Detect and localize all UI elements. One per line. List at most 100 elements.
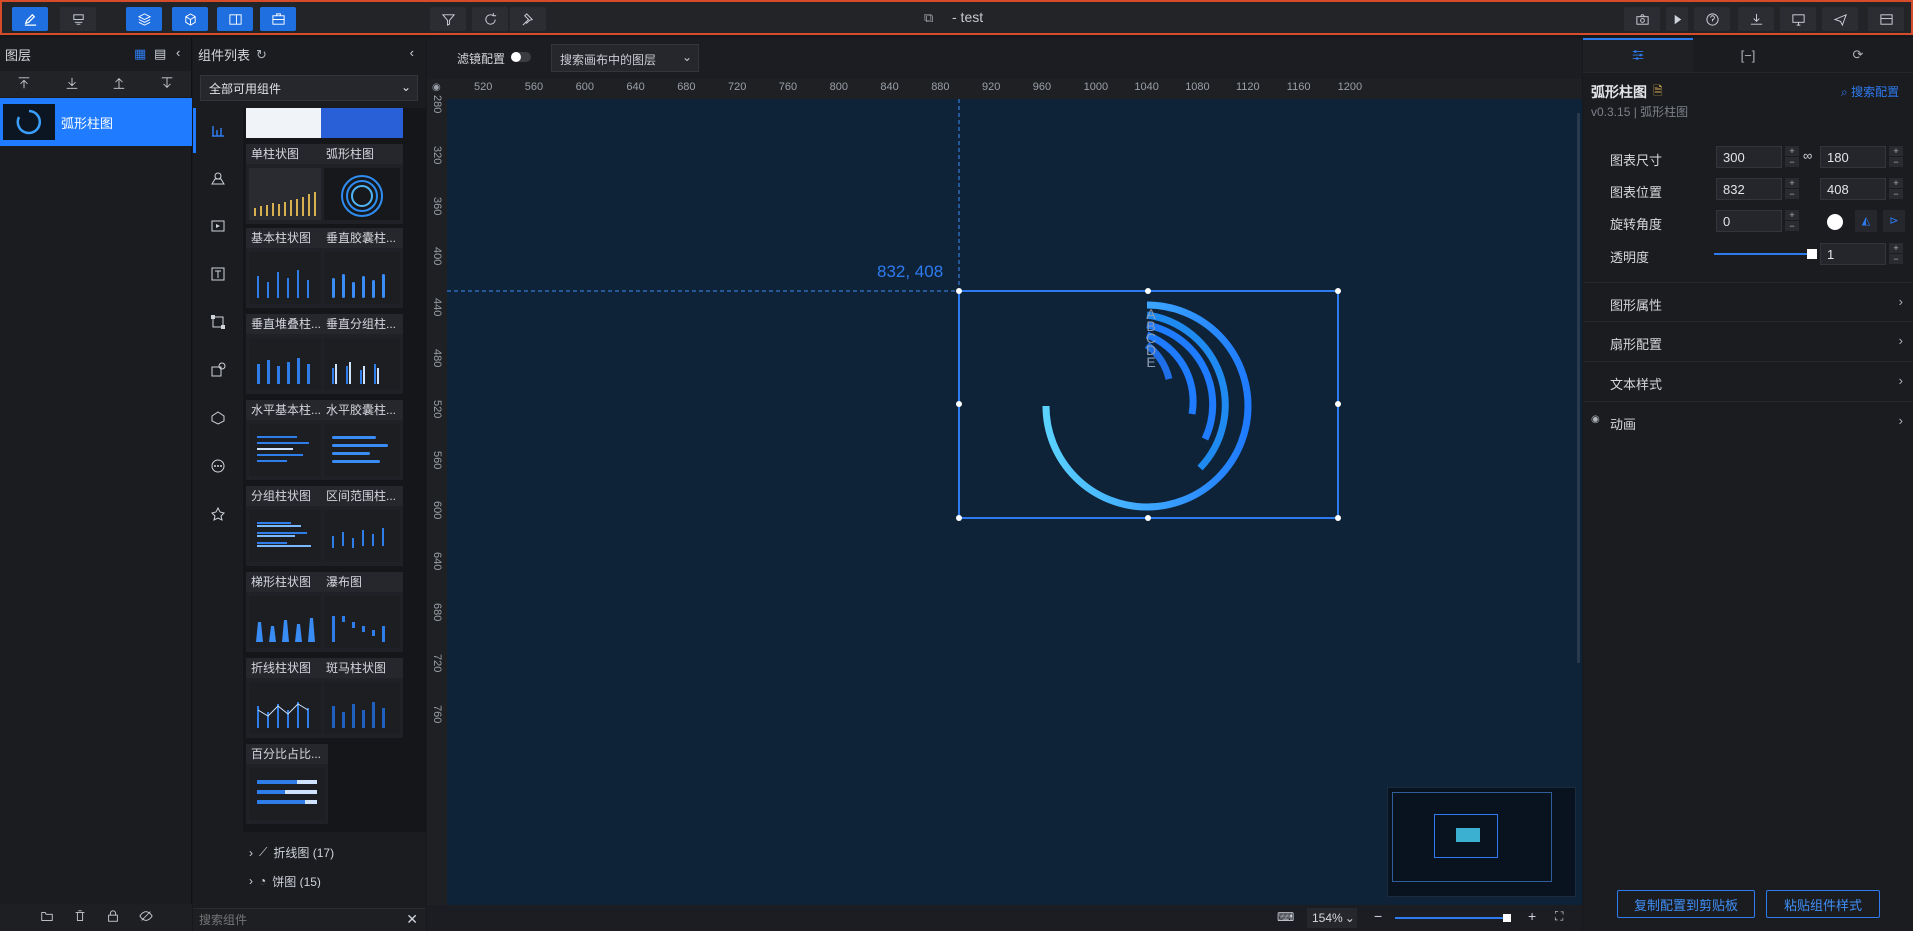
eye-icon[interactable]: ◉ xyxy=(1591,414,1600,425)
width-input[interactable] xyxy=(1716,146,1782,168)
keyboard-icon[interactable]: ⌨ xyxy=(1277,910,1294,924)
pin-icon[interactable] xyxy=(510,7,546,31)
increment-icon[interactable]: + xyxy=(1785,210,1799,220)
width-stepper[interactable]: + − xyxy=(1785,146,1799,168)
text-category-icon[interactable] xyxy=(210,266,226,285)
rotate-dial[interactable] xyxy=(1827,214,1843,230)
layer-item[interactable]: 弧形柱图 xyxy=(0,98,192,146)
paste-style-button[interactable]: 粘贴组件样式 xyxy=(1766,890,1880,918)
zoom-out-icon[interactable]: − xyxy=(1374,908,1382,924)
component-card[interactable]: 垂直胶囊柱... xyxy=(321,228,403,308)
preview-icon[interactable] xyxy=(1780,7,1816,31)
screenshot-icon[interactable] xyxy=(1624,7,1660,31)
collapse-panel-icon[interactable]: ‹ xyxy=(176,45,180,60)
decrement-icon[interactable]: − xyxy=(1785,189,1799,199)
minimap[interactable] xyxy=(1387,787,1576,897)
section-animation[interactable]: ◉ 动画 › xyxy=(1583,402,1913,442)
increment-icon[interactable]: + xyxy=(1889,243,1903,253)
opacity-input[interactable] xyxy=(1820,243,1886,265)
opacity-slider[interactable] xyxy=(1714,249,1817,259)
component-card[interactable]: 弧形柱图 xyxy=(321,144,403,224)
close-icon[interactable]: ✕ xyxy=(406,911,418,928)
section-text-style[interactable]: 文本样式 › xyxy=(1583,362,1913,402)
hide-icon[interactable] xyxy=(138,909,153,926)
vertical-scrollbar[interactable] xyxy=(1577,113,1580,663)
media-category-icon[interactable] xyxy=(210,218,226,237)
collapse-panel-icon[interactable]: ‹ xyxy=(410,45,414,60)
chart-settings-icon[interactable] xyxy=(60,7,96,31)
zoom-slider[interactable] xyxy=(1395,917,1505,919)
move-up-icon[interactable] xyxy=(112,76,126,93)
tab-interaction[interactable]: ⟳ xyxy=(1803,38,1913,72)
component-card[interactable]: 单柱状图 xyxy=(246,144,328,224)
link-icon[interactable]: ∞ xyxy=(1803,148,1812,163)
flip-vertical-icon[interactable]: ⊳ xyxy=(1883,210,1905,232)
layers-icon[interactable] xyxy=(126,7,162,31)
rotate-input[interactable] xyxy=(1716,210,1782,232)
component-card[interactable]: 瀑布图 xyxy=(321,572,403,652)
x-input[interactable] xyxy=(1716,178,1782,200)
decrement-icon[interactable]: − xyxy=(1785,221,1799,231)
component-card[interactable]: 水平基本柱... xyxy=(246,400,328,480)
fit-screen-icon[interactable]: ⛶ xyxy=(1555,909,1563,924)
decrement-icon[interactable]: − xyxy=(1889,157,1903,167)
component-card[interactable]: 斑马柱状图 xyxy=(321,658,403,738)
move-top-icon[interactable] xyxy=(17,76,31,93)
component-card[interactable]: 分组柱状图 xyxy=(246,486,328,566)
shape-category-icon[interactable] xyxy=(210,314,226,333)
menu-icon[interactable] xyxy=(1868,7,1904,31)
document-icon[interactable]: 🗎 xyxy=(1653,82,1663,103)
height-stepper[interactable]: + − xyxy=(1889,146,1903,168)
component-card[interactable]: 基本柱状图 xyxy=(246,228,328,308)
zoom-slider-handle[interactable] xyxy=(1503,914,1511,922)
grid-view-icon[interactable]: ▦ xyxy=(134,46,146,62)
panel-toggle-icon[interactable] xyxy=(217,7,253,31)
download-icon[interactable] xyxy=(1738,7,1774,31)
component-card[interactable]: 梯形柱状图 xyxy=(246,572,328,652)
group-pie-charts[interactable]: › ◔ 饼图 (15) xyxy=(249,874,321,888)
decrement-icon[interactable]: − xyxy=(1785,157,1799,167)
component-search-input[interactable] xyxy=(199,911,389,929)
group-line-charts[interactable]: › ⟋ 折线图 (17) xyxy=(249,844,334,861)
component-card[interactable]: 垂直堆叠柱... xyxy=(246,314,328,394)
folder-icon[interactable] xyxy=(40,909,54,926)
material-category-icon[interactable] xyxy=(210,410,226,429)
delete-icon[interactable] xyxy=(73,909,87,926)
component-card[interactable] xyxy=(246,108,328,138)
component-card[interactable]: 折线柱状图 xyxy=(246,658,328,738)
lock-icon[interactable] xyxy=(106,909,120,926)
help-icon[interactable] xyxy=(1694,7,1730,31)
y-input[interactable] xyxy=(1820,178,1886,200)
component-card[interactable]: 垂直分组柱... xyxy=(321,314,403,394)
section-sector-config[interactable]: 扇形配置 › xyxy=(1583,322,1913,362)
component-filter-select[interactable]: 全部可用组件 ⌄ xyxy=(200,75,418,101)
opacity-stepper[interactable]: + − xyxy=(1889,243,1903,265)
favorite-category-icon[interactable] xyxy=(210,506,226,525)
zoom-select[interactable]: 154% ⌄ xyxy=(1307,908,1357,928)
filter-toggle[interactable] xyxy=(511,52,531,62)
y-stepper[interactable]: + − xyxy=(1889,178,1903,200)
widget-category-icon[interactable] xyxy=(210,362,226,381)
copy-config-button[interactable]: 复制配置到剪贴板 xyxy=(1617,890,1755,918)
increment-icon[interactable]: + xyxy=(1889,146,1903,156)
filter-icon[interactable] xyxy=(430,7,466,31)
refresh-icon[interactable] xyxy=(472,7,508,31)
component-card[interactable] xyxy=(321,108,403,138)
component-cube-icon[interactable] xyxy=(172,7,208,31)
component-card[interactable]: 水平胶囊柱... xyxy=(321,400,403,480)
x-stepper[interactable]: + − xyxy=(1785,178,1799,200)
list-view-icon[interactable]: ▤ xyxy=(154,46,166,62)
toolbox-icon[interactable] xyxy=(260,7,296,31)
move-down-icon[interactable] xyxy=(160,76,174,93)
move-bottom-icon[interactable] xyxy=(65,76,79,93)
map-category-icon[interactable] xyxy=(210,170,226,189)
search-config-link[interactable]: ⌕ 搜索配置 xyxy=(1841,83,1899,100)
component-card[interactable]: 区间范围柱... xyxy=(321,486,403,566)
publish-icon[interactable] xyxy=(1822,7,1858,31)
more-category-icon[interactable] xyxy=(210,458,226,477)
opacity-slider-handle[interactable] xyxy=(1807,249,1817,259)
edit-icon[interactable] xyxy=(12,7,48,31)
height-input[interactable] xyxy=(1820,146,1886,168)
refresh-icon[interactable]: ↻ xyxy=(256,47,267,63)
decrement-icon[interactable]: − xyxy=(1889,254,1903,264)
